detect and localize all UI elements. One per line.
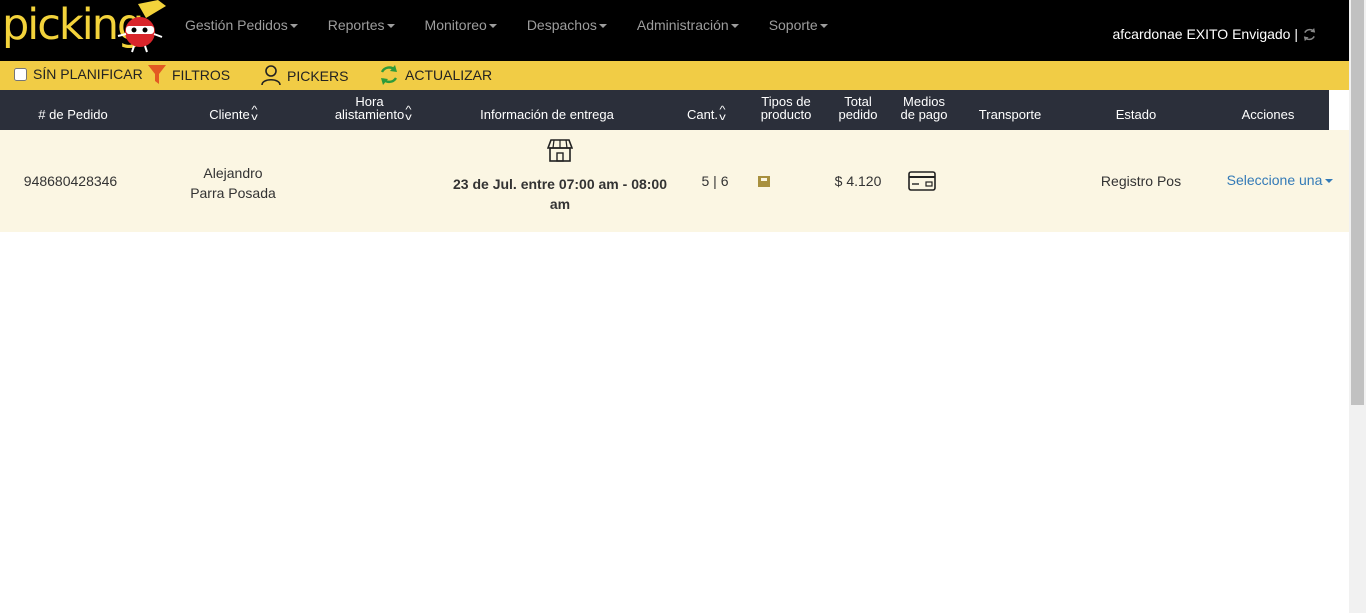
main-menu: Gestión Pedidos Reportes Monitoreo Despa… (170, 0, 843, 50)
menu-label: Despachos (526, 17, 597, 33)
caret-down-icon (1325, 179, 1334, 184)
col-label-wrap: Medios de pago (901, 95, 948, 121)
col-medios: Medios de pago (892, 90, 956, 130)
delivery-info: 23 de Jul. entre 07:00 am - 08:00 am (447, 138, 673, 214)
menu-administracion[interactable]: Administración (622, 0, 754, 50)
orders-table-header: # de Pedido Cliente ^ v Hora alistamiento ^ v… (0, 90, 1329, 130)
action-toolbar: SÍN PLANIFICAR FILTROS PICKERS ACTUALIZA… (0, 61, 1349, 90)
sin-planificar-label: SÍN PLANIFICAR (33, 66, 143, 82)
sin-planificar-toggle[interactable]: SÍN PLANIFICAR (14, 66, 143, 82)
filtros-button[interactable]: FILTROS (148, 65, 230, 85)
col-hora[interactable]: Hora alistamiento ^ v (300, 90, 446, 130)
order-status: Registro Pos (1100, 173, 1182, 189)
pickers-label: PICKERS (287, 67, 349, 84)
caret-down-icon (819, 24, 828, 29)
client-last: Parra Posada (190, 185, 276, 201)
sin-planificar-checkbox[interactable] (14, 67, 27, 81)
order-number: 948680428346 (23, 173, 118, 189)
caret-down-icon (289, 24, 298, 29)
quantity: 5 | 6 (701, 173, 729, 189)
col-label: Estado (1115, 107, 1157, 122)
col-label: de pago (900, 107, 948, 122)
menu-soporte[interactable]: Soporte (754, 0, 843, 50)
actualizar-button[interactable]: ACTUALIZAR (379, 64, 492, 86)
col-label-wrap: Tipos de producto (761, 95, 812, 121)
delivery-window: 23 de Jul. entre 07:00 am - 08:00 (453, 176, 667, 192)
order-total: $ 4.120 (834, 173, 882, 189)
actions-label: Seleccione una (1226, 172, 1323, 188)
menu-gestion-pedidos[interactable]: Gestión Pedidos (170, 0, 313, 50)
caret-down-icon (598, 24, 607, 29)
store-icon (547, 139, 573, 162)
col-cliente[interactable]: Cliente ^ v (160, 90, 306, 130)
col-cant[interactable]: Cant. ^ v (670, 90, 742, 130)
person-icon (261, 65, 281, 86)
menu-label: Reportes (327, 17, 385, 33)
table-row[interactable]: 948680428346 Alejandro Parra Posada 23 d… (0, 130, 1349, 232)
col-label: Información de entrega (480, 107, 614, 122)
col-label: Acciones (1241, 107, 1295, 122)
col-label: # de Pedido (38, 107, 108, 122)
pickers-button[interactable]: PICKERS (261, 65, 348, 86)
sort-icon: ^ v (405, 105, 412, 123)
col-total: Total pedido (826, 90, 890, 130)
scroll-thumb[interactable] (1351, 0, 1364, 405)
col-tipos: Tipos de producto (750, 90, 822, 130)
col-label-wrap: Hora alistamiento (335, 95, 404, 121)
menu-monitoreo[interactable]: Monitoreo (410, 0, 512, 50)
bag-icon (756, 174, 772, 191)
funnel-icon (148, 65, 166, 84)
col-entrega: Información de entrega (447, 90, 647, 130)
col-label: pedido (838, 107, 878, 122)
actions-dropdown[interactable]: Seleccione una (1224, 172, 1336, 188)
menu-reportes[interactable]: Reportes (313, 0, 410, 50)
refresh-icon[interactable] (1302, 27, 1317, 42)
client-first: Alejandro (203, 165, 263, 181)
caret-down-icon (730, 24, 739, 29)
menu-label: Monitoreo (424, 17, 487, 33)
col-label: alistamiento (334, 107, 405, 122)
col-estado: Estado (1091, 90, 1181, 130)
menu-despachos[interactable]: Despachos (512, 0, 622, 50)
bag-icon-svg (758, 176, 770, 187)
top-navbar: picking Gestión Pedidos Reportes Monitor… (0, 0, 1349, 61)
user-info: afcardonae EXITO Envigado | (1113, 26, 1318, 42)
sort-icon: ^ v (719, 105, 726, 123)
filtros-label: FILTROS (172, 67, 231, 83)
page-scrollbar[interactable] (1349, 0, 1366, 613)
col-label: Transporte (978, 107, 1042, 122)
menu-label: Administración (636, 17, 729, 33)
col-pedido: # de Pedido (0, 90, 146, 130)
col-label: producto (760, 107, 812, 122)
col-label: Cant. (686, 107, 719, 122)
logo[interactable]: picking (0, 0, 175, 61)
menu-label: Gestión Pedidos (185, 17, 288, 33)
actualizar-label: ACTUALIZAR (405, 67, 493, 83)
delivery-window-end: am (549, 196, 571, 212)
user-name: afcardonae EXITO Envigado | (1112, 26, 1299, 42)
col-acciones: Acciones (1223, 90, 1313, 130)
refresh-icon (380, 65, 398, 85)
caret-down-icon (386, 24, 395, 29)
caret-down-icon (488, 24, 497, 29)
menu-label: Soporte (768, 17, 818, 33)
sort-icon: ^ v (250, 105, 258, 123)
client-name: Alejandro Parra Posada (160, 163, 306, 203)
col-label: Cliente (209, 107, 250, 122)
col-transporte: Transporte (965, 90, 1055, 130)
credit-card-svg (908, 171, 936, 191)
col-label-wrap: Total pedido (838, 95, 877, 121)
ninja-mascot-icon (117, 0, 166, 53)
credit-card-icon (907, 171, 937, 194)
